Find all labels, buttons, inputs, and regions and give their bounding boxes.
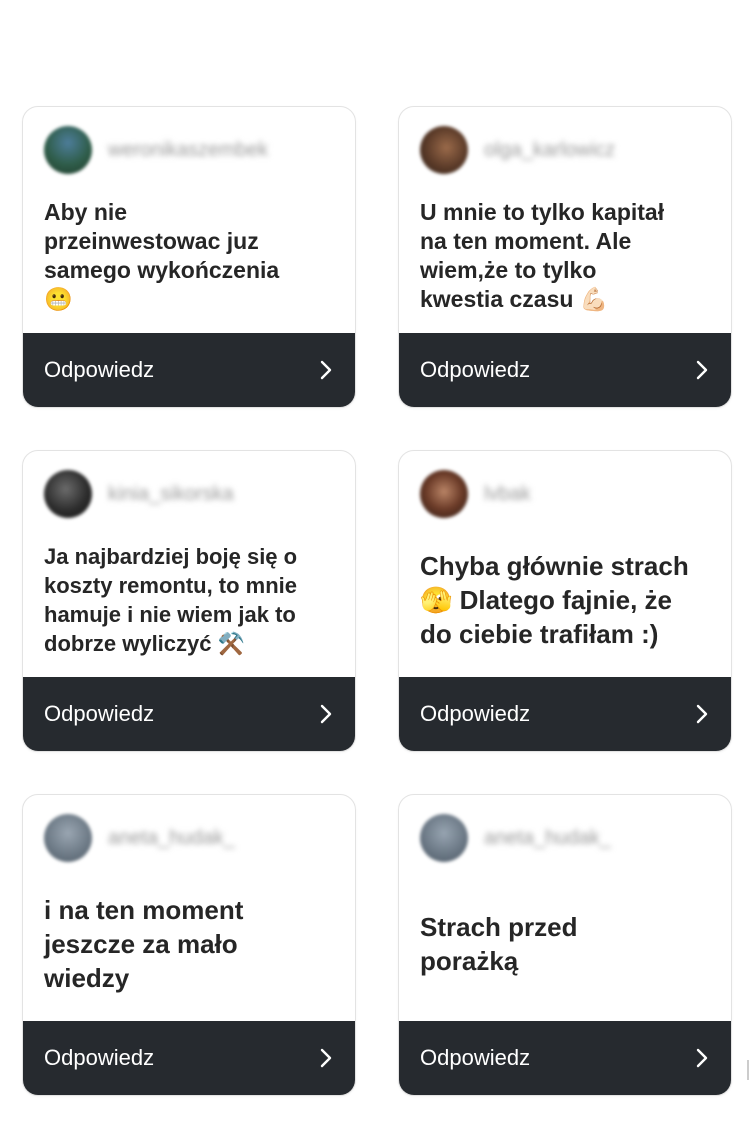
avatar[interactable] bbox=[44, 126, 92, 174]
avatar[interactable] bbox=[44, 814, 92, 862]
username[interactable]: lvbak bbox=[484, 483, 531, 506]
response-text: Aby nie przeinwestowac juz samego wykońc… bbox=[44, 199, 280, 312]
reply-label: Odpowiedz bbox=[44, 701, 155, 726]
response-text: Ja najbardziej boję się o koszty remontu… bbox=[44, 544, 298, 656]
username[interactable]: aneta_hudak_ bbox=[108, 827, 235, 850]
response-text: U mnie to tylko kapitał na ten moment. A… bbox=[420, 199, 665, 312]
response-text-area: Ja najbardziej boję się o koszty remontu… bbox=[44, 521, 339, 679]
card-header: aneta_hudak_ bbox=[44, 813, 235, 863]
card-header: olga_karlowicz bbox=[420, 125, 615, 175]
avatar[interactable] bbox=[44, 470, 92, 518]
response-card: lvbak Chyba głównie strach 🫣 Dlatego faj… bbox=[398, 450, 732, 752]
response-text: Strach przed porażką bbox=[420, 912, 578, 976]
response-card: olga_karlowicz U mnie to tylko kapitał n… bbox=[398, 106, 732, 408]
reply-button[interactable]: Odpowiedz bbox=[399, 677, 731, 751]
reply-button[interactable]: Odpowiedz bbox=[23, 677, 355, 751]
reply-button[interactable]: Odpowiedz bbox=[399, 1021, 731, 1095]
response-card: aneta_hudak_ i na ten moment jeszcze za … bbox=[22, 794, 356, 1096]
chevron-right-icon bbox=[320, 704, 332, 724]
response-card: aneta_hudak_ Strach przed porażką Odpowi… bbox=[398, 794, 732, 1096]
chevron-right-icon bbox=[696, 360, 708, 380]
reply-label: Odpowiedz bbox=[420, 1045, 531, 1070]
reply-label: Odpowiedz bbox=[44, 1045, 155, 1070]
response-text-area: i na ten moment jeszcze za mało wiedzy bbox=[44, 865, 339, 1023]
response-text: Chyba głównie strach 🫣 Dlatego fajnie, ż… bbox=[420, 551, 689, 649]
response-card: kinia_sikorska Ja najbardziej boję się o… bbox=[22, 450, 356, 752]
card-header: lvbak bbox=[420, 469, 531, 519]
response-card: weronikaszembek Aby nie przeinwestowac j… bbox=[22, 106, 356, 408]
reply-label: Odpowiedz bbox=[420, 701, 531, 726]
response-text-area: Chyba głównie strach 🫣 Dlatego fajnie, ż… bbox=[420, 521, 715, 679]
reply-button[interactable]: Odpowiedz bbox=[23, 1021, 355, 1095]
avatar[interactable] bbox=[420, 814, 468, 862]
username[interactable]: weronikaszembek bbox=[108, 139, 268, 162]
response-text-area: Aby nie przeinwestowac juz samego wykońc… bbox=[44, 177, 339, 335]
card-header: aneta_hudak_ bbox=[420, 813, 611, 863]
card-header: kinia_sikorska bbox=[44, 469, 234, 519]
reply-button[interactable]: Odpowiedz bbox=[399, 333, 731, 407]
username[interactable]: olga_karlowicz bbox=[484, 139, 615, 162]
response-text: i na ten moment jeszcze za mało wiedzy bbox=[44, 895, 244, 993]
username[interactable]: aneta_hudak_ bbox=[484, 827, 611, 850]
reply-button[interactable]: Odpowiedz bbox=[23, 333, 355, 407]
username[interactable]: kinia_sikorska bbox=[108, 483, 234, 506]
card-header: weronikaszembek bbox=[44, 125, 268, 175]
response-text-area: Strach przed porażką bbox=[420, 865, 715, 1023]
scroll-indicator bbox=[747, 1060, 749, 1080]
chevron-right-icon bbox=[320, 1048, 332, 1068]
avatar[interactable] bbox=[420, 126, 468, 174]
responses-grid: weronikaszembek Aby nie przeinwestowac j… bbox=[22, 106, 732, 1096]
chevron-right-icon bbox=[320, 360, 332, 380]
reply-label: Odpowiedz bbox=[44, 357, 155, 382]
response-text-area: U mnie to tylko kapitał na ten moment. A… bbox=[420, 177, 715, 335]
chevron-right-icon bbox=[696, 1048, 708, 1068]
chevron-right-icon bbox=[696, 704, 708, 724]
reply-label: Odpowiedz bbox=[420, 357, 531, 382]
avatar[interactable] bbox=[420, 470, 468, 518]
